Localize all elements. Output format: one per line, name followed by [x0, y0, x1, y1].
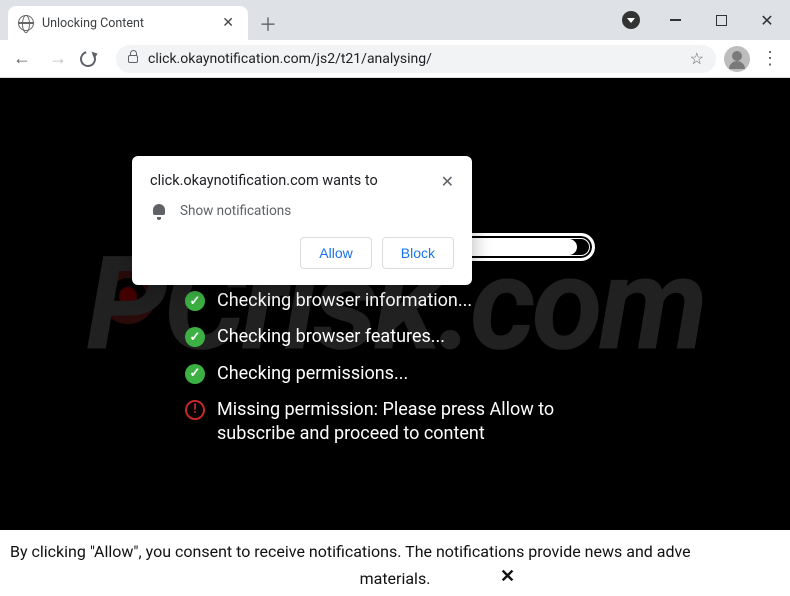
allow-button[interactable]: Allow — [300, 237, 371, 269]
back-button[interactable]: ← — [8, 48, 36, 69]
checkmark-icon: ✓ — [185, 327, 205, 347]
check-row: ✓ Checking permissions... — [185, 362, 605, 386]
address-bar[interactable]: click.okaynotification.com/js2/t21/analy… — [116, 45, 716, 73]
new-tab-button[interactable]: ＋ — [254, 10, 282, 38]
menu-kebab-icon[interactable]: ⋮ — [758, 48, 782, 69]
consent-footer: By clicking "Allow", you consent to rece… — [0, 530, 790, 596]
check-row: ! Missing permission: Please press Allow … — [185, 398, 605, 447]
checkmark-icon: ✓ — [185, 364, 205, 384]
window-close-button[interactable]: ✕ — [744, 5, 790, 35]
window-minimize-button[interactable] — [652, 5, 698, 35]
titlebar: Unlocking Content ✕ ＋ ✕ — [0, 0, 790, 40]
footer-text-line1: By clicking "Allow", you consent to rece… — [10, 542, 780, 561]
window-maximize-button[interactable] — [698, 5, 744, 35]
notification-permission-popup: click.okaynotification.com wants to ✕ Sh… — [132, 156, 472, 285]
browser-toolbar: ← → click.okaynotification.com/js2/t21/a… — [0, 40, 790, 78]
forward-button[interactable]: → — [44, 48, 72, 69]
tab-title: Unlocking Content — [42, 16, 210, 31]
permission-request-label: Show notifications — [180, 203, 291, 219]
tab-close-icon[interactable]: ✕ — [218, 15, 238, 31]
profile-avatar-icon[interactable] — [724, 46, 750, 72]
reload-button[interactable] — [80, 51, 108, 67]
bell-icon — [152, 204, 166, 218]
check-text: Checking browser information... — [217, 289, 472, 313]
account-dropdown-icon[interactable] — [622, 11, 640, 29]
checkmark-icon: ✓ — [185, 291, 205, 311]
check-text: Missing permission: Please press Allow t… — [217, 398, 605, 447]
error-icon: ! — [185, 400, 205, 420]
browser-tab[interactable]: Unlocking Content ✕ — [8, 6, 248, 40]
check-text: Checking permissions... — [217, 362, 408, 386]
footer-text-line2: materials. — [10, 569, 780, 588]
block-button[interactable]: Block — [382, 237, 454, 269]
check-list: ✓ Checking browser information... ✓ Checkin… — [185, 289, 605, 458]
footer-close-icon[interactable]: ✕ — [500, 566, 515, 587]
bookmark-star-icon[interactable]: ☆ — [690, 49, 704, 68]
permission-origin-text: click.okaynotification.com wants to — [150, 172, 433, 189]
window-controls: ✕ — [622, 0, 790, 40]
lock-icon — [128, 55, 138, 63]
check-row: ✓ Checking browser features... — [185, 325, 605, 349]
check-row: ✓ Checking browser information... — [185, 289, 605, 313]
globe-icon — [18, 15, 34, 31]
url-text: click.okaynotification.com/js2/t21/analy… — [148, 51, 680, 67]
check-text: Checking browser features... — [217, 325, 445, 349]
close-icon[interactable]: ✕ — [441, 172, 454, 191]
page-content: PCrisk.com ✓Checking browser information… — [0, 78, 790, 530]
